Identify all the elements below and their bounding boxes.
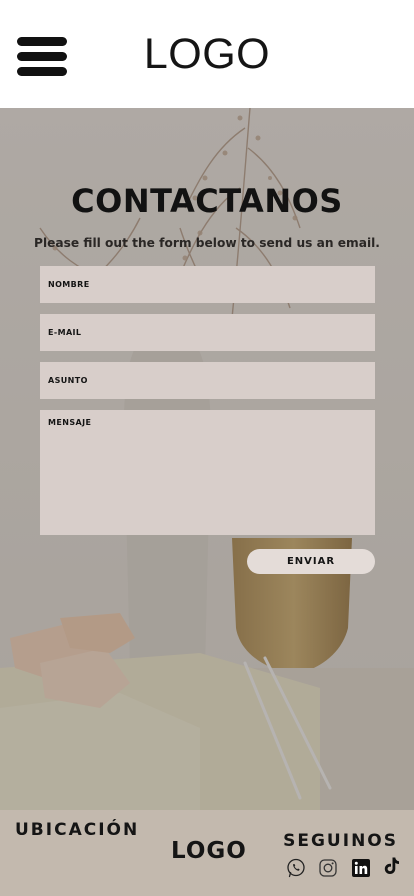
name-field[interactable]	[40, 266, 375, 303]
linkedin-icon[interactable]	[351, 858, 371, 878]
message-field[interactable]	[40, 410, 375, 535]
whatsapp-icon[interactable]	[286, 858, 306, 878]
contact-section: CONTACTANOS Please fill out the form bel…	[0, 108, 414, 810]
location-heading[interactable]: UBICACIÓN	[15, 820, 139, 840]
header-logo[interactable]: LOGO	[0, 30, 414, 79]
instagram-icon[interactable]	[318, 858, 338, 878]
send-button[interactable]: ENVIAR	[247, 549, 375, 574]
site-footer: UBICACIÓN LOGO SEGUINOS	[0, 810, 414, 896]
subject-field[interactable]	[40, 362, 375, 399]
email-field[interactable]	[40, 314, 375, 351]
form-subtitle: Please fill out the form below to send u…	[34, 236, 380, 250]
page-title: CONTACTANOS	[71, 182, 343, 220]
site-header: LOGO	[0, 0, 414, 108]
follow-heading: SEGUINOS	[283, 831, 398, 851]
footer-logo[interactable]: LOGO	[171, 838, 247, 864]
tiktok-icon[interactable]	[382, 856, 402, 876]
